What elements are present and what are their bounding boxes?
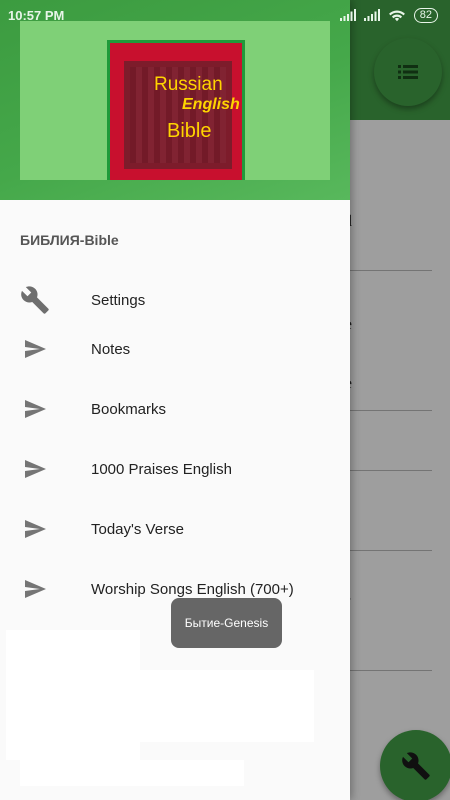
signal-icon [363, 9, 380, 21]
signal-icon [339, 9, 356, 21]
send-icon [18, 452, 52, 486]
wrench-icon [18, 283, 52, 317]
menu-item-bookmarks[interactable]: Bookmarks [0, 383, 350, 435]
navigation-drawer: Russian English Bible БИБЛИЯ-Bible Setti… [0, 0, 350, 800]
toast-message: Бытие-Genesis [171, 598, 282, 648]
menu-item-label: Settings [91, 291, 146, 309]
menu-item-label: Today's Verse [91, 520, 184, 538]
send-icon [18, 572, 52, 606]
blank-ad-area [20, 760, 244, 786]
menu-item-label: Notes [91, 340, 131, 358]
blank-ad-area [6, 670, 314, 742]
drawer-title: БИБЛИЯ-Bible [20, 232, 119, 248]
logo-text-bible: Bible [167, 120, 212, 142]
logo-text-english: English [182, 96, 240, 113]
drawer-header: Russian English Bible [0, 0, 350, 200]
blank-ad-area [6, 742, 140, 760]
menu-item-notes[interactable]: Notes [0, 323, 350, 375]
menu-item-1000-praises[interactable]: 1000 Praises English [0, 443, 350, 495]
status-bar: 10:57 PM 82 [0, 0, 450, 30]
menu-item-todays-verse[interactable]: Today's Verse [0, 503, 350, 555]
status-time: 10:57 PM [8, 7, 65, 23]
wifi-icon [388, 10, 405, 21]
menu-item-label: Bookmarks [91, 400, 167, 418]
logo-text-russian: Russian [154, 74, 223, 95]
menu-item-label: Worship Songs English (700+) [91, 580, 294, 598]
app-logo: Russian English Bible [107, 40, 245, 180]
blank-ad-area [6, 630, 140, 675]
battery-indicator: 82 [413, 7, 438, 23]
send-icon [18, 392, 52, 426]
menu-item-settings[interactable]: Settings [0, 274, 350, 326]
menu-item-label: 1000 Praises English [91, 460, 232, 478]
send-icon [18, 512, 52, 546]
send-icon [18, 332, 52, 366]
